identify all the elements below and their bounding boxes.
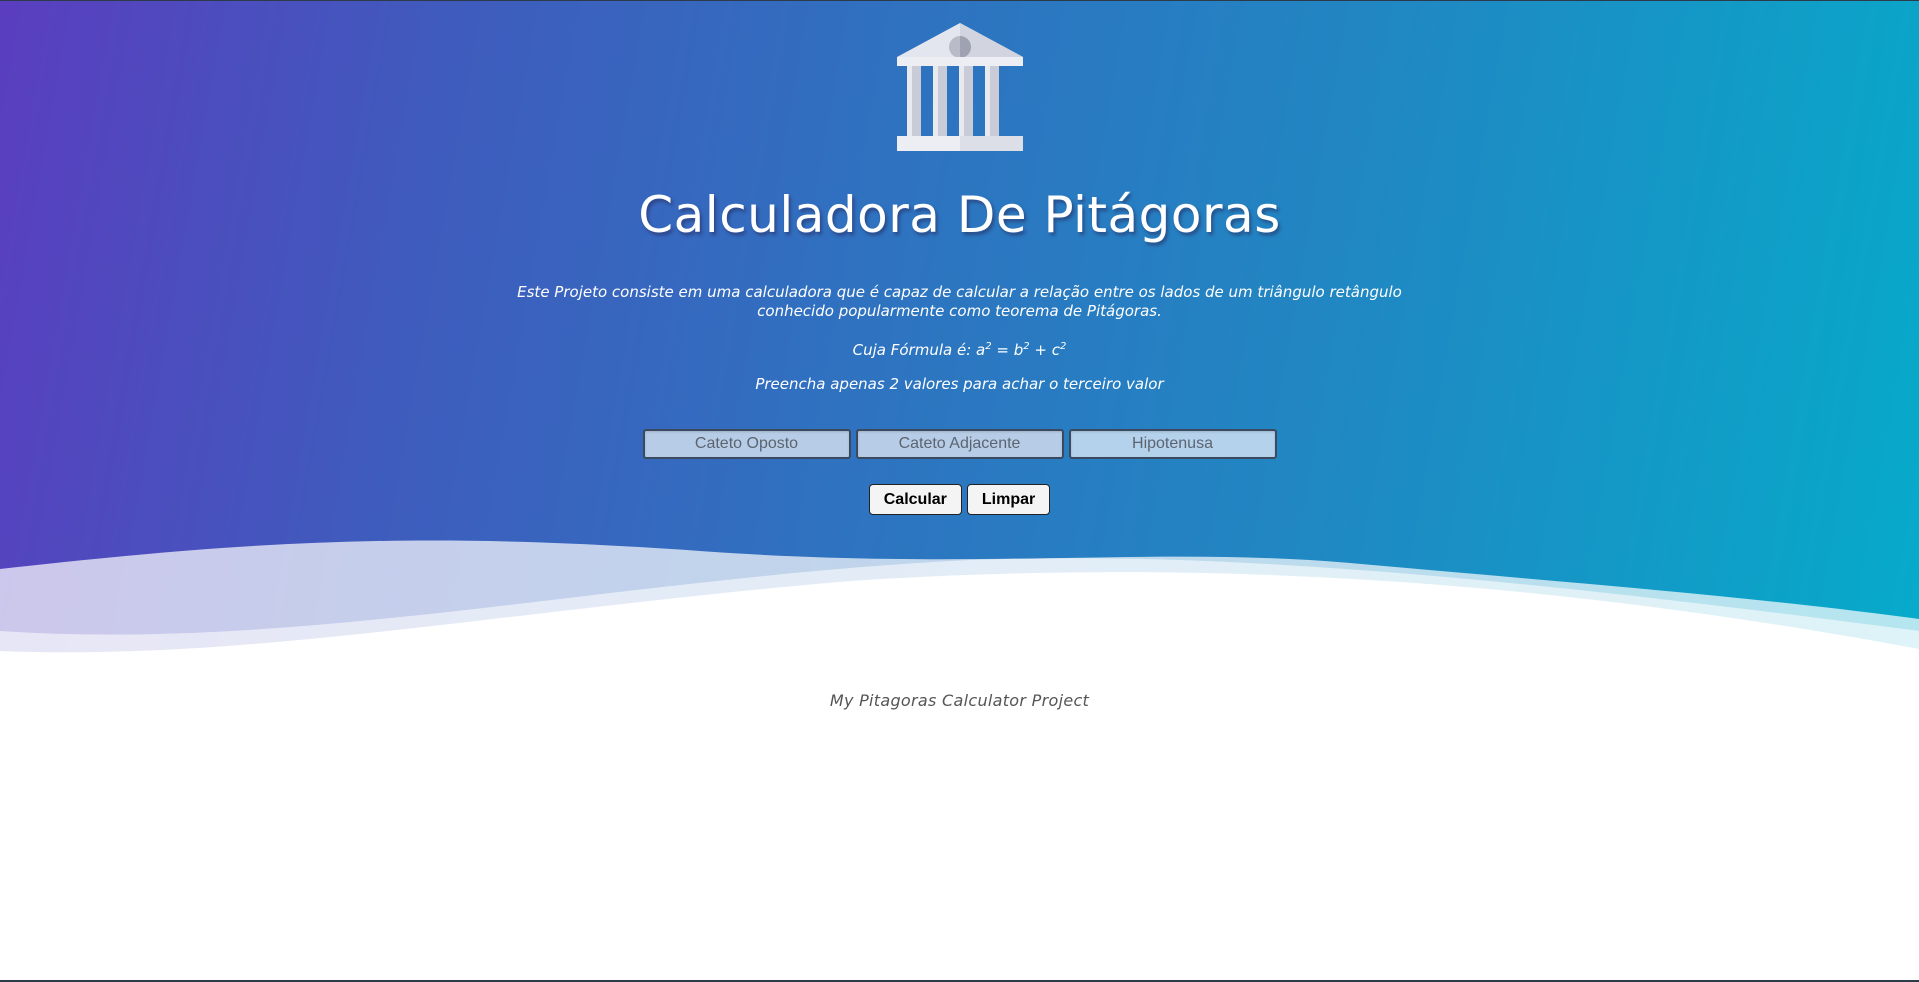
formula-c-exponent: 2 [1059, 341, 1067, 352]
input-group [0, 429, 1919, 459]
wave-decoration [0, 540, 1919, 701]
hipotenusa-input[interactable] [1068, 429, 1277, 459]
formula-text: Cuja Fórmula é: a2 = b2 + c2 [500, 337, 1419, 360]
cateto-adjacente-input[interactable] [855, 429, 1064, 459]
formula-equals: = [991, 341, 1014, 359]
formula-prefix: Cuja Fórmula é: [852, 341, 977, 359]
page-title: Calculadora De Pitágoras [638, 186, 1281, 244]
calcular-button[interactable]: Calcular [868, 484, 962, 515]
button-group: Calcular Limpar [0, 484, 1919, 515]
bank-building-icon [897, 23, 1023, 151]
cateto-oposto-input[interactable] [642, 429, 851, 459]
formula-c: c [1051, 341, 1060, 359]
page: Calculadora De Pitágoras Este Projeto co… [0, 0, 1919, 982]
formula-b: b [1013, 341, 1024, 359]
instruction-text: Preencha apenas 2 valores para achar o t… [755, 375, 1164, 393]
footer-text: My Pitagoras Calculator Project [829, 691, 1090, 710]
formula-plus: + [1029, 341, 1052, 359]
formula-a: a [976, 341, 986, 359]
limpar-button[interactable]: Limpar [966, 484, 1051, 515]
project-description: Este Projeto consiste em uma calculadora… [517, 283, 1402, 320]
